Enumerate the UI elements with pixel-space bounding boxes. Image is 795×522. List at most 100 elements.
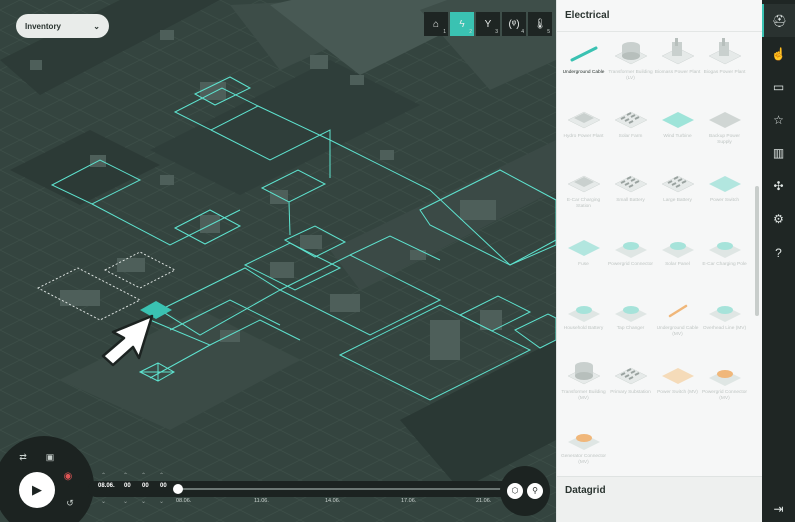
toolbar-shortcut-number: 3	[495, 29, 498, 35]
play-button[interactable]: ▶	[19, 472, 55, 508]
asset-thumbnail	[705, 164, 745, 198]
asset-item-generator-connector-mv[interactable]: Generator Connector (MV)	[560, 420, 607, 482]
asset-label: Overhead Line (MV)	[702, 326, 747, 331]
asset-item-solar-farm[interactable]: Solar Farm	[607, 100, 654, 162]
asset-item-powergrid-connector-mv[interactable]: Powergrid Connector (MV)	[701, 356, 748, 418]
timeline-scrubber[interactable]	[173, 484, 183, 494]
nav-button-help[interactable]: ?	[762, 236, 795, 269]
asset-thumbnail	[564, 36, 604, 70]
asset-label: Transformer Building (MV)	[561, 390, 606, 401]
help-icon: ?	[775, 245, 782, 260]
toolbar-shortcut-number: 1	[443, 29, 446, 35]
asset-item-transformer-building-lv[interactable]: Transformer Building (LV)	[607, 36, 654, 98]
timeline-seconds[interactable]: 00	[160, 483, 167, 489]
asset-thumbnail	[564, 100, 604, 134]
asset-thumbnail	[658, 292, 698, 326]
asset-thumbnail	[564, 356, 604, 390]
toolbar-button-lightning[interactable]: ϟ2	[450, 12, 474, 36]
browser-icon: ▭	[772, 79, 785, 94]
location-pin-icon[interactable]: ⚲	[527, 483, 543, 499]
nav-button-puzzle[interactable]: ✣	[762, 169, 795, 202]
asset-thumbnail	[564, 292, 604, 326]
timeline-tick: 21.06.	[476, 498, 492, 504]
map-canvas[interactable]	[0, 0, 556, 522]
nav-button-logout[interactable]: ⇥	[762, 492, 795, 522]
record-icon[interactable]: ◉	[61, 470, 75, 484]
timeline-track[interactable]	[178, 488, 508, 490]
asset-item-e-car-charging-pole[interactable]: E-Car Charging Pole	[701, 228, 748, 290]
nav-button-city[interactable]: ▥	[762, 136, 795, 169]
nav-button-hand[interactable]: ☝	[762, 37, 795, 70]
inventory-dropdown[interactable]: Inventory ⌄	[16, 14, 109, 38]
toolbar-button-thermometer[interactable]: 🌡 5	[528, 12, 552, 36]
asset-label: Small Battery	[616, 198, 645, 203]
nav-button-star[interactable]: ☆	[762, 103, 795, 136]
asset-item-solar-panel[interactable]: Solar Panel	[654, 228, 701, 290]
date-down-arrow-icon[interactable]: ⌄	[101, 498, 106, 505]
asset-item-fuse[interactable]: Fuse	[560, 228, 607, 290]
lightning-icon: ϟ	[459, 18, 465, 30]
asset-label: Solar Farm	[618, 134, 643, 139]
asset-item-powergrid-connector[interactable]: Powergrid Connector	[607, 228, 654, 290]
asset-item-backup-power-supply[interactable]: Backup Power Supply	[701, 100, 748, 162]
asset-item-small-battery[interactable]: Small Battery	[607, 164, 654, 226]
timeline-hours[interactable]: 00	[124, 483, 131, 489]
asset-item-primary-substation[interactable]: Primary Substation	[607, 356, 654, 418]
toolbar-shortcut-number: 5	[547, 29, 550, 35]
asset-item-hydro-power-plant[interactable]: Hydro Power Plant	[560, 100, 607, 162]
asset-thumbnail	[705, 100, 745, 134]
asset-thumbnail	[611, 100, 651, 134]
datagrid-section[interactable]: Datagrid	[557, 476, 762, 522]
asset-item-power-switch-mv[interactable]: Power Switch (MV)	[654, 356, 701, 418]
asset-thumbnail	[564, 228, 604, 262]
asset-item-biogas-power-plant[interactable]: Biogas Power Plant	[701, 36, 748, 98]
asset-thumbnail	[611, 228, 651, 262]
date-up-arrow-icon[interactable]: ⌃	[101, 472, 106, 479]
cube-view-icon[interactable]: ⬡	[507, 483, 523, 499]
asset-item-transformer-building-mv[interactable]: Transformer Building (MV)	[560, 356, 607, 418]
asset-label: Underground Cable	[562, 70, 605, 75]
chevron-down-icon: ⌄	[93, 21, 100, 31]
nav-button-settings[interactable]: ⚙	[762, 202, 795, 235]
city-map[interactable]: Inventory ⌄ ⌂ 1 ϟ 2 Y 3 (ᵠ) 4 🌡 5 ⇄ ▣ ◉ ↺ ▶ ⌃ ⌃ ⌃…	[0, 0, 556, 522]
toolbar-button-antenna[interactable]: (ᵠ) 4	[502, 12, 526, 36]
second-down-arrow-icon[interactable]: ⌄	[159, 498, 164, 505]
asset-item-household-battery[interactable]: Household Battery	[560, 292, 607, 354]
swap-icon[interactable]: ⇄	[16, 450, 30, 464]
timeline-minutes[interactable]: 00	[142, 483, 149, 489]
asset-item-e-car-charging-station[interactable]: E-Car Charging Station	[560, 164, 607, 226]
asset-thumbnail	[564, 420, 604, 454]
asset-item-underground-cable-mv[interactable]: Underground Cable (MV)	[654, 292, 701, 354]
hand-icon: ☝	[771, 46, 786, 61]
asset-item-large-battery[interactable]: Large Battery	[654, 164, 701, 226]
reset-icon[interactable]: ↺	[63, 496, 77, 510]
asset-item-power-switch[interactable]: Power Switch	[701, 164, 748, 226]
nav-button-browser[interactable]: ▭	[762, 70, 795, 103]
screen-icon[interactable]: ▣	[43, 450, 57, 464]
hour-up-arrow-icon[interactable]: ⌃	[123, 472, 128, 479]
nav-button-construction[interactable]: ⛑	[762, 4, 795, 37]
asset-item-overhead-line-mv[interactable]: Overhead Line (MV)	[701, 292, 748, 354]
minute-up-arrow-icon[interactable]: ⌃	[141, 472, 146, 479]
asset-label: Biogas Power Plant	[703, 70, 746, 75]
asset-thumbnail	[658, 36, 698, 70]
asset-thumbnail	[705, 36, 745, 70]
asset-item-biomass-power-plant[interactable]: Biomass Power Plant	[654, 36, 701, 98]
panel-scrollbar[interactable]	[755, 186, 759, 316]
panel-title[interactable]: Electrical	[557, 0, 762, 32]
asset-item-underground-cable[interactable]: Underground Cable	[560, 36, 607, 98]
hour-down-arrow-icon[interactable]: ⌄	[123, 498, 128, 505]
asset-item-wind-turbine[interactable]: Wind Turbine	[654, 100, 701, 162]
second-up-arrow-icon[interactable]: ⌃	[159, 472, 164, 479]
timeline-date[interactable]: 08.06.	[98, 483, 115, 489]
asset-thumbnail	[611, 292, 651, 326]
asset-label: Wind Turbine	[663, 134, 692, 139]
asset-item-tap-changer[interactable]: Tap Changer	[607, 292, 654, 354]
toolbar-button-house[interactable]: ⌂ 1	[424, 12, 448, 36]
asset-label: Hydro Power Plant	[563, 134, 604, 139]
toolbar-button-water[interactable]: Y3	[476, 12, 500, 36]
minute-down-arrow-icon[interactable]: ⌄	[141, 498, 146, 505]
asset-label: Solar Panel	[665, 262, 690, 267]
asset-label: Large Battery	[663, 198, 692, 203]
logout-icon: ⇥	[773, 501, 784, 516]
